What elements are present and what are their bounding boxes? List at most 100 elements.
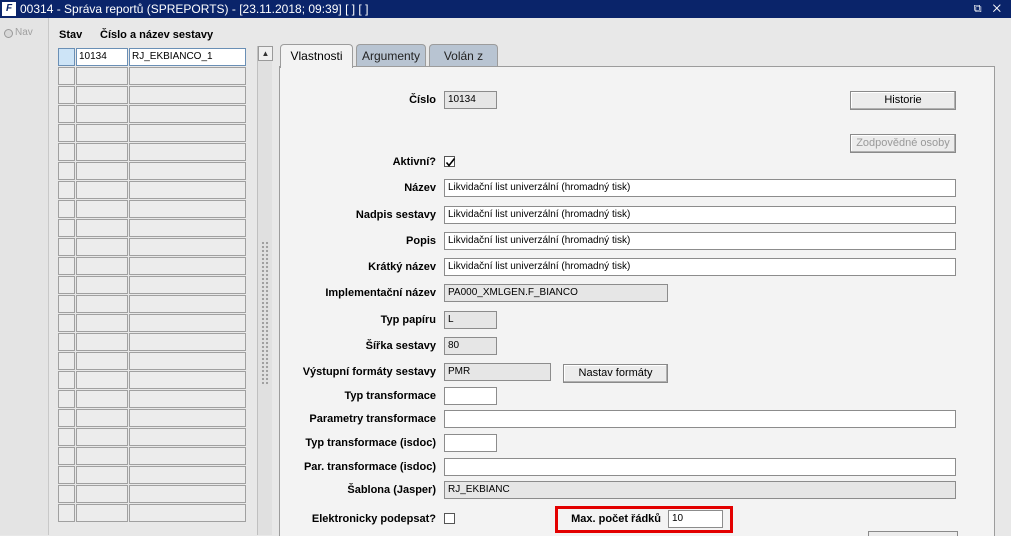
scroll-up-arrow-icon[interactable]: ▲ <box>258 46 273 61</box>
row-name-cell[interactable] <box>129 105 246 123</box>
row-name-cell[interactable] <box>129 409 246 427</box>
row-name-cell[interactable] <box>129 314 246 332</box>
row-status-cell[interactable] <box>58 181 75 199</box>
row-name-cell[interactable] <box>129 162 246 180</box>
row-status-cell[interactable] <box>58 276 75 294</box>
table-row[interactable]: 10134 RJ_EKBIANCO_1 <box>58 48 246 66</box>
row-status-cell[interactable] <box>58 200 75 218</box>
row-name-cell[interactable] <box>129 86 246 104</box>
row-status-cell[interactable] <box>58 105 75 123</box>
table-row[interactable] <box>58 257 246 275</box>
row-name-cell[interactable] <box>129 238 246 256</box>
row-status-cell[interactable] <box>58 466 75 484</box>
table-row[interactable] <box>58 371 246 389</box>
list-scrollbar[interactable]: ▲ <box>257 46 273 535</box>
row-status-cell[interactable] <box>58 257 75 275</box>
row-number-cell[interactable]: 10134 <box>76 48 128 66</box>
row-name-cell[interactable] <box>129 428 246 446</box>
table-row[interactable] <box>58 219 246 237</box>
row-status-cell[interactable] <box>58 162 75 180</box>
zodpovedne-osoby-button[interactable]: Zodpovědné osoby <box>850 134 956 153</box>
aktivni-checkbox[interactable] <box>444 156 456 167</box>
row-status-cell[interactable] <box>58 504 75 522</box>
max-pocet-radku-field[interactable]: 10 <box>668 510 723 528</box>
row-number-cell[interactable] <box>76 238 128 256</box>
table-row[interactable] <box>58 181 246 199</box>
row-name-cell[interactable] <box>129 371 246 389</box>
table-row[interactable] <box>58 162 246 180</box>
table-row[interactable] <box>58 447 246 465</box>
row-status-cell[interactable] <box>58 352 75 370</box>
row-number-cell[interactable] <box>76 295 128 313</box>
row-number-cell[interactable] <box>76 276 128 294</box>
elektronicky-podepsat-checkbox[interactable] <box>444 513 455 524</box>
row-number-cell[interactable] <box>76 162 128 180</box>
par-transformace-isdoc-field[interactable] <box>444 458 956 476</box>
implementacni-nazev-field[interactable]: PA000_XMLGEN.F_BIANCO <box>444 284 668 302</box>
row-number-cell[interactable] <box>76 219 128 237</box>
row-name-cell[interactable] <box>129 504 246 522</box>
row-number-cell[interactable] <box>76 67 128 85</box>
historie-button[interactable]: Historie <box>850 91 956 110</box>
row-status-cell[interactable] <box>58 143 75 161</box>
typ-papiru-field[interactable]: L <box>444 311 497 329</box>
row-name-cell[interactable] <box>129 485 246 503</box>
row-number-cell[interactable] <box>76 504 128 522</box>
row-name-cell[interactable] <box>129 466 246 484</box>
kratky-nazev-field[interactable]: Likvidační list univerzální (hromadný ti… <box>444 258 956 276</box>
table-row[interactable] <box>58 86 246 104</box>
row-status-cell[interactable] <box>58 67 75 85</box>
row-number-cell[interactable] <box>76 466 128 484</box>
row-number-cell[interactable] <box>76 314 128 332</box>
table-row[interactable] <box>58 504 246 522</box>
row-status-cell[interactable] <box>58 371 75 389</box>
row-name-cell[interactable]: RJ_EKBIANCO_1 <box>129 48 246 66</box>
tab-vlastnosti[interactable]: Vlastnosti <box>280 44 353 68</box>
row-status-cell[interactable] <box>58 86 75 104</box>
scroll-grip[interactable] <box>261 241 269 386</box>
table-row[interactable] <box>58 314 246 332</box>
row-name-cell[interactable] <box>129 352 246 370</box>
row-number-cell[interactable] <box>76 181 128 199</box>
row-status-cell[interactable] <box>58 314 75 332</box>
table-row[interactable] <box>58 485 246 503</box>
table-row[interactable] <box>58 143 246 161</box>
row-number-cell[interactable] <box>76 371 128 389</box>
row-number-cell[interactable] <box>76 124 128 142</box>
tab-volan-z[interactable]: Volán z <box>429 44 498 66</box>
row-status-cell[interactable] <box>58 409 75 427</box>
popis-field[interactable]: Likvidační list univerzální (hromadný ti… <box>444 232 956 250</box>
table-row[interactable] <box>58 276 246 294</box>
row-name-cell[interactable] <box>129 181 246 199</box>
table-row[interactable] <box>58 124 246 142</box>
row-number-cell[interactable] <box>76 257 128 275</box>
sablona-jasper-field[interactable]: RJ_EKBIANC <box>444 481 956 499</box>
row-number-cell[interactable] <box>76 333 128 351</box>
row-name-cell[interactable] <box>129 390 246 408</box>
row-number-cell[interactable] <box>76 409 128 427</box>
row-name-cell[interactable] <box>129 219 246 237</box>
table-row[interactable] <box>58 105 246 123</box>
table-row[interactable] <box>58 333 246 351</box>
row-number-cell[interactable] <box>76 200 128 218</box>
row-name-cell[interactable] <box>129 143 246 161</box>
nadpis-sestavy-field[interactable]: Likvidační list univerzální (hromadný ti… <box>444 206 956 224</box>
row-name-cell[interactable] <box>129 333 246 351</box>
row-number-cell[interactable] <box>76 143 128 161</box>
row-name-cell[interactable] <box>129 200 246 218</box>
nazev-field[interactable]: Likvidační list univerzální (hromadný ti… <box>444 179 956 197</box>
vystupni-formaty-field[interactable]: PMR <box>444 363 551 381</box>
row-number-cell[interactable] <box>76 390 128 408</box>
table-row[interactable] <box>58 466 246 484</box>
nav-label[interactable]: Nav <box>15 27 33 38</box>
row-name-cell[interactable] <box>129 257 246 275</box>
row-name-cell[interactable] <box>129 276 246 294</box>
table-row[interactable] <box>58 67 246 85</box>
row-number-cell[interactable] <box>76 447 128 465</box>
row-status-cell[interactable] <box>58 333 75 351</box>
table-row[interactable] <box>58 352 246 370</box>
row-status-cell[interactable] <box>58 219 75 237</box>
nav-radio-icon[interactable] <box>4 29 13 38</box>
parametry-transformace-field[interactable] <box>444 410 956 428</box>
table-row[interactable] <box>58 390 246 408</box>
